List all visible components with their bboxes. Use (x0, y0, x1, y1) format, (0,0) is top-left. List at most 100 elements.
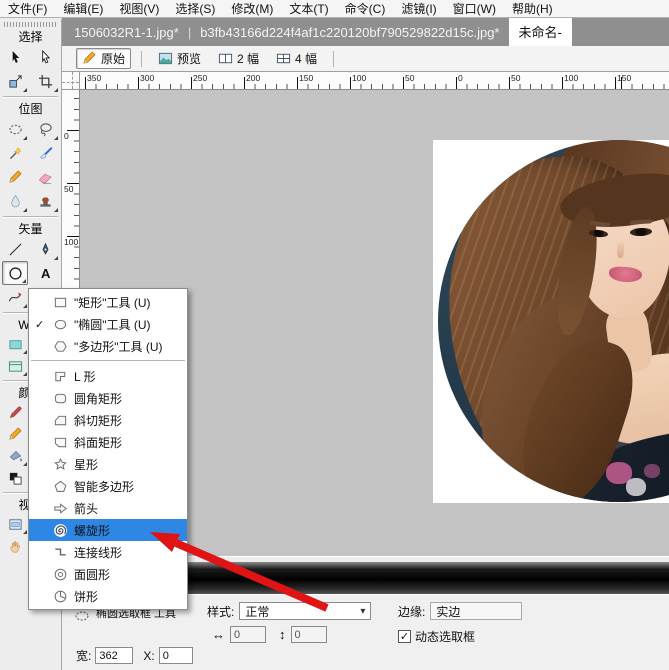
screen-mode-icon (8, 517, 23, 532)
menubar-item-7[interactable]: 滤镜(I) (401, 0, 436, 17)
shape-menu-item-label: 箭头 (74, 501, 99, 516)
shape-menu-item-label: 智能多边形 (74, 479, 135, 494)
tool-slice[interactable] (2, 355, 28, 377)
live-marquee-checkbox[interactable] (398, 630, 411, 643)
shape-menu-item-5[interactable]: 圆角矩形 (29, 387, 187, 409)
v-offset-icon: ↕ (279, 627, 286, 642)
tool-hand[interactable] (2, 535, 28, 557)
document-tab-bar: 1506032R1-1.jpg* | b3fb43166d224f4af1c2201… (62, 18, 669, 46)
menubar-item-0[interactable]: 文件(F) (8, 0, 47, 17)
ruler-tick-label: 250 (193, 73, 208, 83)
viewbar-button-label: 原始 (101, 52, 126, 66)
shape-menu-item-label: 星形 (74, 457, 99, 472)
panel-gripper[interactable] (4, 22, 57, 27)
menubar-item-9[interactable]: 帮助(H) (512, 0, 553, 17)
application-window: 文件(F) 编辑(E) 视图(V) 选择(S) 修改(M) 文本(T) 命令(C) 滤镜(I)… (0, 0, 669, 670)
smart-polygon-icon (53, 479, 68, 494)
connector-line-icon (53, 545, 68, 560)
shape-menu-item-10[interactable]: 箭头 (29, 497, 187, 519)
shape-menu-item-6[interactable]: 斜切矩形 (29, 409, 187, 431)
chamfer-rect-icon (53, 413, 68, 428)
tool-default-swatches[interactable] (2, 467, 28, 489)
text-icon: A (41, 265, 51, 281)
tool-hotspot[interactable] (2, 333, 28, 355)
rounded-rect-icon (53, 391, 68, 406)
view-mode-toolbar: 原始 预览 2 幅 4 幅 (62, 46, 669, 72)
tool-stamp[interactable] (33, 189, 59, 213)
tool-stroke-pencil[interactable] (2, 423, 28, 445)
tool-freeform[interactable] (2, 285, 28, 309)
shape-menu-item-label: 连接线形 (74, 545, 123, 560)
menubar-item-8[interactable]: 窗口(W) (453, 0, 496, 17)
shape-menu-item-1[interactable]: ✓ "椭圆"工具 (U) (29, 313, 187, 335)
style-select[interactable]: 正常 ▾ (239, 602, 372, 620)
shape-menu-item-4[interactable]: L 形 (29, 365, 187, 387)
tool-pen[interactable] (33, 237, 59, 261)
shape-menu-item-label: 螺旋形 (74, 523, 111, 538)
toolbar-separator (141, 50, 143, 67)
document-tab-1[interactable]: b3fb43166d224f4af1c220120bf790529822d15c… (200, 25, 499, 40)
viewbar-four-up-button[interactable]: 4 幅 (270, 48, 323, 69)
tool-screen-mode[interactable] (2, 513, 28, 535)
tool-pencil[interactable] (2, 165, 28, 189)
menubar-item-1[interactable]: 编辑(E) (63, 0, 103, 17)
tool-eraser[interactable] (33, 165, 59, 189)
tool-section-label-2: 矢量 (18, 222, 43, 236)
document-canvas[interactable] (433, 140, 669, 503)
shape-menu-item-8[interactable]: 星形 (29, 453, 187, 475)
edge-select[interactable]: 实边 (430, 602, 523, 620)
shape-menu-item-label: 饼形 (74, 589, 99, 604)
ruler-tick-label: 150 (299, 73, 314, 83)
viewbar-preview-button[interactable]: 预览 (152, 48, 207, 69)
ruler-tick-label: 100 (64, 237, 79, 247)
tool-eyedropper[interactable] (2, 401, 28, 423)
menubar-item-4[interactable]: 修改(M) (231, 0, 273, 17)
shape-menu-item-7[interactable]: 斜面矩形 (29, 431, 187, 453)
shape-menu-item-label: L 形 (74, 369, 96, 384)
menubar-item-5[interactable]: 文本(T) (289, 0, 328, 17)
hand-icon (8, 539, 23, 554)
tool-lasso[interactable] (33, 117, 59, 141)
tool-paint-bucket[interactable] (2, 445, 28, 467)
tool-scale[interactable] (2, 69, 28, 93)
h-offset-input[interactable] (230, 626, 266, 643)
crop-icon (38, 74, 53, 89)
ellipse-marquee-icon (74, 608, 90, 624)
shape-menu-item-9[interactable]: 智能多边形 (29, 475, 187, 497)
tool-text[interactable]: A (33, 261, 59, 285)
document-tab-0[interactable]: 1506032R1-1.jpg* (74, 25, 179, 40)
tool-brush[interactable] (33, 141, 59, 165)
x-input[interactable] (158, 647, 193, 664)
shape-menu-item-0[interactable]: "矩形"工具 (U) (29, 291, 187, 313)
subselect-icon (38, 49, 53, 65)
check-icon: ✓ (35, 318, 45, 331)
viewbar-original-button[interactable]: 原始 (76, 48, 132, 69)
tool-magic-wand[interactable] (2, 141, 28, 165)
bevel-rect-icon (53, 435, 68, 450)
shape-menu-item-13[interactable]: 面圆形 (29, 563, 187, 585)
tool-blur[interactable] (2, 189, 28, 213)
document-tab-2[interactable]: 未命名- (508, 18, 572, 46)
tool-oval-marquee[interactable] (2, 117, 28, 141)
paint-bucket-icon (8, 449, 23, 464)
slice-icon (8, 359, 23, 374)
menubar-item-2[interactable]: 视图(V) (119, 0, 159, 17)
shape-menu-item-12[interactable]: 连接线形 (29, 541, 187, 563)
tool-ellipse[interactable] (2, 261, 29, 285)
menubar-item-3[interactable]: 选择(S) (175, 0, 215, 17)
tool-subselect[interactable] (33, 45, 59, 69)
tool-crop[interactable] (33, 69, 59, 93)
v-offset-input[interactable] (290, 626, 327, 643)
shape-menu-item-2[interactable]: "多边形"工具 (U) (29, 335, 187, 357)
viewbar-two-up-button[interactable]: 2 幅 (212, 48, 265, 69)
menubar-item-6[interactable]: 命令(C) (345, 0, 386, 17)
shape-menu-item-14[interactable]: 饼形 (29, 585, 187, 607)
width-input[interactable] (95, 647, 134, 664)
swatches-icon (8, 471, 23, 486)
tool-pointer[interactable] (2, 45, 28, 69)
eyedropper-icon (8, 405, 23, 420)
shape-menu-item-11[interactable]: 螺旋形 (29, 519, 187, 541)
line-icon (8, 242, 23, 257)
tool-line[interactable] (2, 237, 28, 261)
photo-garment-pattern (644, 464, 660, 478)
